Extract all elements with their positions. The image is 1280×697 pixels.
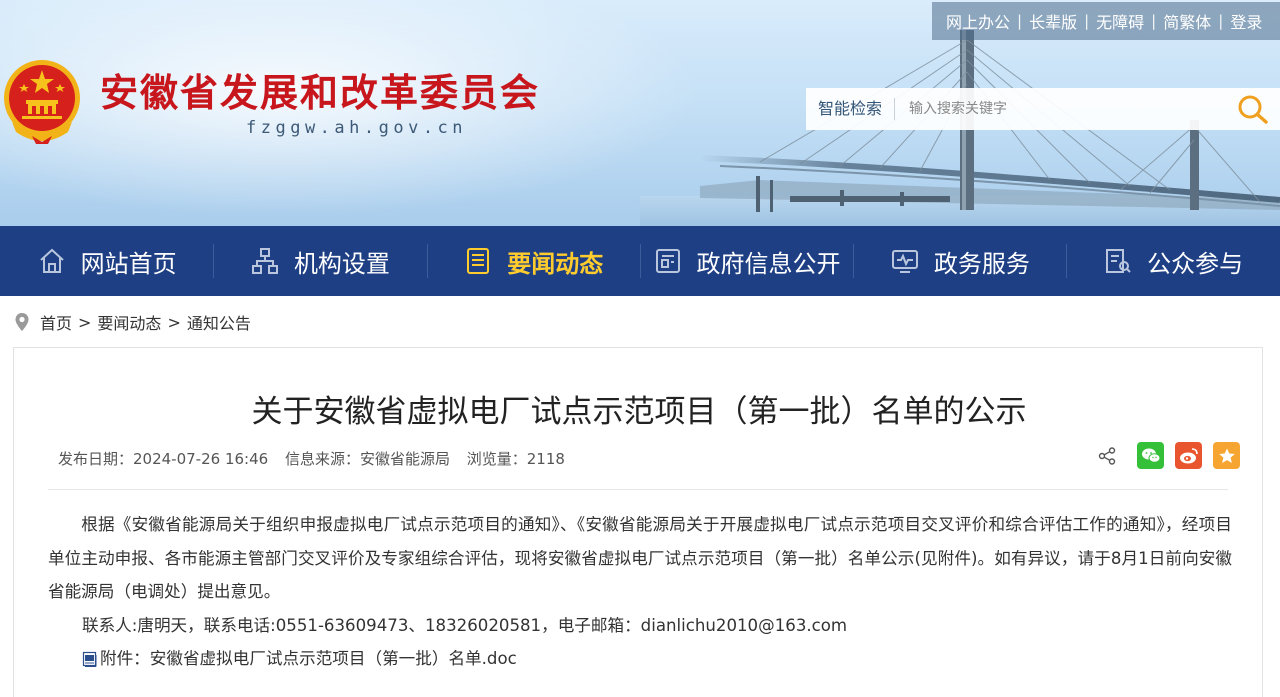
- nav-label-services: 政务服务: [933, 249, 1030, 278]
- article-title: 关于安徽省虚拟电厂试点示范项目（第一批）名单的公示: [251, 394, 1027, 430]
- breadcrumb-separator: >: [167, 312, 181, 332]
- breadcrumb-notices[interactable]: 通知公告: [187, 310, 251, 334]
- share-icon[interactable]: [1098, 446, 1116, 465]
- link-simplified-traditional[interactable]: 简繁体: [1163, 9, 1211, 33]
- link-login[interactable]: 登录: [1230, 9, 1262, 33]
- attachment-link[interactable]: 附件：安徽省虚拟电厂试点示范项目（第一批）名单.doc: [100, 642, 517, 676]
- breadcrumb-separator: >: [78, 312, 92, 332]
- nav-item-services[interactable]: 政务服务: [853, 226, 1066, 296]
- top-links-bar: 网上办公 | 长辈版 | 无障碍 | 简繁体 | 登录: [932, 2, 1280, 40]
- location-pin-icon: [15, 313, 29, 331]
- national-emblem-icon: [4, 60, 80, 144]
- favorite-button[interactable]: [1213, 442, 1240, 469]
- search-box: 智能检索: [806, 88, 1280, 130]
- doc-file-icon: [82, 651, 97, 667]
- weibo-icon: [1179, 447, 1198, 463]
- link-elder-version[interactable]: 长辈版: [1029, 9, 1077, 33]
- participation-icon: [1106, 249, 1131, 273]
- link-accessibility[interactable]: 无障碍: [1096, 9, 1144, 33]
- nav-label-info-disclosure: 政府信息公开: [696, 249, 841, 278]
- weibo-share-button[interactable]: [1175, 442, 1202, 469]
- breadcrumb: 首页 > 要闻动态 > 通知公告: [14, 310, 251, 334]
- attachment-row: 附件：安徽省虚拟电厂试点示范项目（第一批）名单.doc: [48, 642, 1232, 676]
- article-divider: [48, 489, 1228, 490]
- nav-item-home[interactable]: 网站首页: [0, 226, 213, 296]
- service-icon: [891, 250, 918, 273]
- nav-label-organization: 机构设置: [293, 249, 390, 278]
- article-meta: 发布日期：2024-07-26 16:46 信息来源：安徽省能源局 浏览量：21…: [58, 448, 577, 469]
- nav-item-participation[interactable]: 公众参与: [1066, 226, 1279, 296]
- nav-label-home: 网站首页: [80, 249, 177, 278]
- article-paragraph: 根据《安徽省能源局关于组织申报虚拟电厂试点示范项目的通知》、《安徽省能源局关于开…: [48, 515, 1232, 601]
- main-nav: 网站首页 机构设置 要闻动态 政府信息公开 政务服务 公众参与: [0, 226, 1280, 296]
- nav-label-news: 要闻动态: [507, 249, 604, 278]
- article-panel: 关于安徽省虚拟电厂试点示范项目（第一批）名单的公示 发布日期：2024-07-2…: [13, 347, 1263, 697]
- nav-item-news[interactable]: 要闻动态: [426, 226, 640, 296]
- breadcrumb-home[interactable]: 首页: [40, 310, 72, 334]
- home-icon: [39, 248, 64, 273]
- wechat-share-button[interactable]: [1137, 442, 1164, 469]
- share-bar: [1098, 442, 1240, 469]
- site-title: 安徽省发展和改革委员会: [100, 71, 541, 115]
- favorite-icon: [1218, 448, 1235, 463]
- breadcrumb-news[interactable]: 要闻动态: [97, 310, 161, 334]
- link-online-office[interactable]: 网上办公: [946, 9, 1010, 33]
- nav-item-info-disclosure[interactable]: 政府信息公开: [639, 226, 853, 296]
- view-count: 浏览量：2118: [466, 450, 565, 468]
- news-icon: [467, 248, 490, 274]
- info-source: 信息来源：安徽省能源局: [284, 450, 450, 468]
- contact-info: 联系人:唐明天，联系电话:0551-63609473、18326020581，电…: [82, 615, 848, 635]
- site-domain: fzggw.ah.gov.cn: [246, 118, 468, 138]
- info-disclosure-icon: [655, 249, 680, 273]
- wechat-icon: [1141, 448, 1160, 463]
- publish-date: 发布日期：2024-07-26 16:46: [58, 450, 269, 468]
- search-input[interactable]: [895, 94, 1196, 124]
- nav-label-participation: 公众参与: [1147, 249, 1244, 278]
- search-label: 智能检索: [806, 98, 896, 120]
- header-banner: 安徽省发展和改革委员会 fzggw.ah.gov.cn 网上办公 | 长辈版 |…: [0, 0, 1280, 226]
- search-icon[interactable]: [1236, 93, 1270, 125]
- nav-item-organization[interactable]: 机构设置: [213, 226, 426, 296]
- article-body: 根据《安徽省能源局关于组织申报虚拟电厂试点示范项目的通知》、《安徽省能源局关于开…: [48, 508, 1232, 676]
- org-chart-icon: [251, 248, 278, 274]
